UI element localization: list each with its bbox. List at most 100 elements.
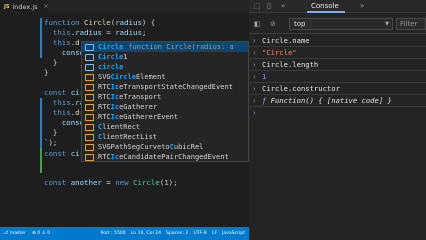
autocomplete-suggestions[interactable]: Circle function Circle(radius: a Circle 1 ci… xyxy=(81,41,249,162)
code-token: function xyxy=(44,18,85,27)
console-input-entry: › Circle.length xyxy=(249,59,426,71)
live-server-port[interactable]: Port : 5500 xyxy=(100,231,125,236)
file-encoding[interactable]: UTF-8 xyxy=(193,231,206,236)
suggestion-match: Ic xyxy=(110,93,120,101)
code-token: this xyxy=(52,28,71,37)
code-token: const xyxy=(44,178,71,187)
suggestion-prefix: RTC xyxy=(98,113,111,121)
suggestion-rest: lientRect xyxy=(102,123,141,131)
class-symbol-icon xyxy=(85,123,94,131)
code-token: new xyxy=(115,178,134,187)
console-result-entry: ‹ 1 xyxy=(249,71,426,83)
context-value: top xyxy=(294,20,306,28)
console-result-entry: ‹ "Circle" xyxy=(249,47,426,59)
suggestion-match: Ic xyxy=(110,153,120,161)
chevron-down-icon: ▼ xyxy=(385,21,389,27)
code-line: conso xyxy=(44,48,84,58)
clear-console-icon[interactable]: ⊘ xyxy=(270,18,276,30)
suggestion-item[interactable]: RTC Ic eCandidatePairChangedEvent xyxy=(82,152,248,161)
active-tab-indicator xyxy=(307,11,345,13)
suggestion-prefix: SVGPathSegCurveto xyxy=(98,143,170,151)
line-number-gutter xyxy=(0,13,42,227)
class-symbol-icon xyxy=(85,153,94,161)
class-symbol-icon xyxy=(85,143,94,151)
code-token: radius xyxy=(75,28,102,37)
input-prompt-icon: › xyxy=(253,109,256,117)
console-input-entry: › Circle.name xyxy=(249,35,426,47)
code-editor[interactable]: JS index.js × function Circle(radius) { … xyxy=(0,0,249,240)
suggestion-match: Circle xyxy=(98,43,124,51)
code-token: d xyxy=(75,38,80,47)
console-result-entry: ‹ ƒ Function() { [native code] } xyxy=(249,95,426,107)
suggestion-item[interactable]: RTC Ic eGatherer xyxy=(82,102,248,112)
modified-lines-marker xyxy=(40,18,42,58)
suggestion-item[interactable]: circle xyxy=(82,62,248,72)
code-line: `); xyxy=(44,138,57,148)
code-token: radius xyxy=(115,28,142,37)
code-token: Circle xyxy=(84,18,111,27)
suggestion-prefix: RTC xyxy=(98,93,111,101)
status-bar: ⎇ master ⊗ 0 ⚠ 0 Port : 5500 Ln 16, Col … xyxy=(0,227,249,240)
line-ending[interactable]: LF xyxy=(212,231,217,236)
code-line: } xyxy=(44,58,57,68)
suggestion-item[interactable]: RTC Ic eGathererEvent xyxy=(82,112,248,122)
suggestion-item[interactable]: RTC Ic eTransportStateChangedEvent xyxy=(82,82,248,92)
console-entry-text: 1 xyxy=(262,72,267,81)
cursor-position[interactable]: Ln 16, Col 24 xyxy=(131,231,161,236)
suggestion-detail: function Circle(radius: a xyxy=(128,43,234,51)
code-token: `); xyxy=(44,138,58,147)
code-line: } xyxy=(44,68,48,78)
code-token: ; xyxy=(141,28,147,37)
language-mode[interactable]: JavaScript xyxy=(222,231,245,236)
function-keyword: ƒ xyxy=(262,96,271,105)
filter-input[interactable] xyxy=(396,18,426,30)
code-line: function Circle(radius) { xyxy=(44,18,155,28)
code-token: } xyxy=(44,68,49,77)
suggestion-item[interactable]: Circle function Circle(radius: a xyxy=(82,42,248,52)
class-symbol-icon xyxy=(85,93,94,101)
editor-tab[interactable]: JS index.js × xyxy=(0,0,49,13)
code-token: this xyxy=(52,108,71,117)
suggestion-rest: 1 xyxy=(123,53,128,61)
code-token: } xyxy=(44,128,58,137)
suggestion-item[interactable]: ClientRect xyxy=(82,122,248,132)
code-token: ); xyxy=(168,178,178,187)
suggestion-item[interactable]: RTC Ic eTransport xyxy=(82,92,248,102)
variable-symbol-icon xyxy=(85,43,94,51)
suggestion-item[interactable]: Circle 1 xyxy=(82,52,248,62)
console-entry-text: "Circle" xyxy=(262,48,297,57)
modified-lines-marker xyxy=(40,98,42,148)
close-tab-icon[interactable]: × xyxy=(44,3,49,10)
code-line: this.radius = radius; xyxy=(44,28,146,38)
more-tabs-icon[interactable]: » xyxy=(360,0,364,13)
sidebar-toggle-icon[interactable]: ◧ xyxy=(254,18,261,30)
console-toolbar: ◧ ⊘ top ▼ xyxy=(249,14,426,34)
suggestion-item[interactable]: ClientRectList xyxy=(82,132,248,142)
code-line: const another = new Circle(1); xyxy=(44,178,178,188)
indentation[interactable]: Spaces: 2 xyxy=(166,231,188,236)
code-token: = xyxy=(101,28,116,37)
suggestion-prefix: RTC xyxy=(98,103,111,111)
git-branch[interactable]: ⎇ master xyxy=(3,231,26,236)
class-symbol-icon xyxy=(85,73,94,81)
suggestion-item[interactable]: SVGPathSegCurveto CubicRel xyxy=(82,142,248,152)
console-prompt-input[interactable]: › xyxy=(249,107,426,119)
editor-tab-filename: index.js xyxy=(12,2,38,11)
suggestion-item[interactable]: SVG Circle Element xyxy=(82,72,248,82)
class-symbol-icon xyxy=(85,113,94,121)
result-arrow-icon: ‹ xyxy=(253,97,256,105)
context-selector[interactable]: top ▼ xyxy=(289,18,393,30)
suggestion-rest: eCandidatePairChangedEvent xyxy=(119,153,229,161)
device-toolbar-icon[interactable]: ▯ xyxy=(267,0,271,13)
suggestion-rest: Element xyxy=(135,73,166,81)
inspect-element-icon[interactable]: ⬚ xyxy=(254,0,261,13)
problems-count[interactable]: ⊗ 0 ⚠ 0 xyxy=(32,231,50,236)
code-token: Circle xyxy=(133,178,160,187)
more-tabs-icon[interactable]: » xyxy=(281,0,285,13)
console-entry-text: Circle.length xyxy=(262,60,319,69)
suggestion-rest: eTransport xyxy=(119,93,162,101)
